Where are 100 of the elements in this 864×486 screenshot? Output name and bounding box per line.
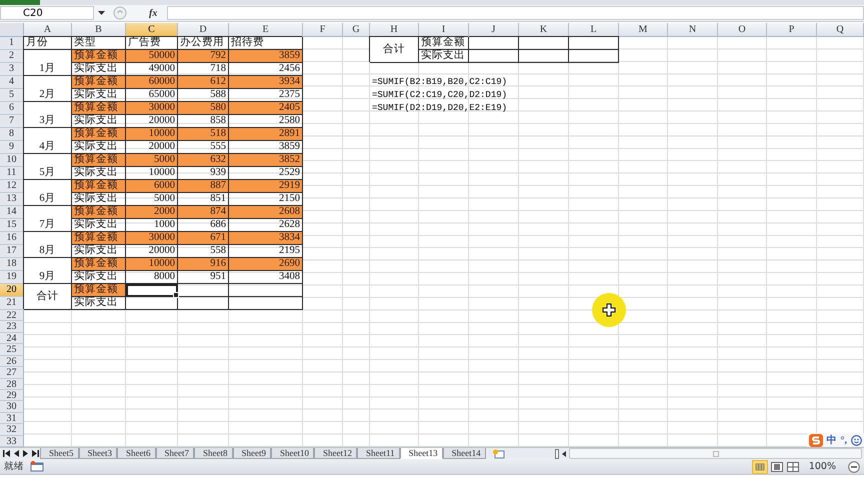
smiley-icon[interactable] <box>851 434 862 446</box>
sheet-tab[interactable]: Sheet6 <box>117 448 156 459</box>
row-header[interactable]: 11 <box>0 167 24 180</box>
table-cell: 10000 <box>126 258 178 271</box>
row-header[interactable]: 18 <box>0 258 24 271</box>
sheet-tab[interactable]: Sheet8 <box>194 448 232 459</box>
fill-handle[interactable] <box>173 292 179 298</box>
sheet-tab[interactable]: Sheet14 <box>442 448 486 459</box>
normal-view-icon[interactable] <box>752 460 767 472</box>
column-header[interactable]: J <box>469 23 519 37</box>
zoom-out-icon[interactable] <box>848 460 860 472</box>
row-header[interactable]: 23 <box>0 321 24 333</box>
row-header[interactable]: 32 <box>0 424 24 436</box>
row-header[interactable]: 26 <box>0 356 24 368</box>
column-header[interactable]: E <box>229 23 303 37</box>
column-header[interactable]: O <box>718 23 767 37</box>
table-cell: 预算金额 <box>72 128 126 141</box>
row-header[interactable]: 13 <box>0 193 24 206</box>
last-sheet-icon[interactable] <box>32 450 39 457</box>
column-header[interactable]: A <box>24 23 72 37</box>
row-header[interactable]: 28 <box>0 378 24 390</box>
row-header[interactable]: 22 <box>0 310 24 322</box>
caret-icon[interactable] <box>98 11 105 15</box>
empty-cell[interactable] <box>126 297 178 310</box>
empty-cell[interactable] <box>469 37 519 50</box>
column-header[interactable]: L <box>569 23 619 37</box>
row-header[interactable]: 17 <box>0 245 24 258</box>
sheet-tab[interactable]: Sheet10 <box>271 448 314 459</box>
row-header[interactable]: 20 <box>0 284 24 297</box>
empty-cell[interactable] <box>178 297 229 310</box>
row-header[interactable]: 31 <box>0 412 24 424</box>
split-handle[interactable] <box>555 448 559 458</box>
column-header[interactable]: M <box>619 23 668 37</box>
row-header[interactable]: 30 <box>0 401 24 413</box>
horizontal-scrollbar[interactable] <box>569 448 862 459</box>
column-header[interactable]: K <box>519 23 569 37</box>
row-header[interactable]: 25 <box>0 344 24 356</box>
sheet-tab[interactable]: Sheet12 <box>314 448 357 459</box>
row-header[interactable]: 9 <box>0 141 24 154</box>
row-header[interactable]: 14 <box>0 206 24 219</box>
column-header[interactable]: I <box>419 23 469 37</box>
column-header[interactable]: Q <box>817 23 864 37</box>
row-header[interactable]: 27 <box>0 367 24 378</box>
insert-function-button[interactable]: fx <box>149 8 163 18</box>
ime-mode-text[interactable]: 中 <box>826 433 836 447</box>
column-header[interactable]: H <box>370 23 419 37</box>
row-header[interactable]: 6 <box>0 102 24 115</box>
row-header[interactable]: 24 <box>0 332 24 344</box>
sheet-tab[interactable]: Sheet9 <box>232 448 271 459</box>
sheet-tab[interactable]: Sheet11 <box>357 448 400 459</box>
row-header[interactable]: 10 <box>0 154 24 167</box>
name-box[interactable]: C20 <box>0 6 94 20</box>
insert-sheet-icon[interactable] <box>492 448 505 458</box>
row-header[interactable]: 5 <box>0 89 24 102</box>
empty-cell[interactable] <box>569 37 619 50</box>
row-header[interactable]: 7 <box>0 115 24 128</box>
page-layout-icon[interactable] <box>770 462 783 472</box>
punctuation-text[interactable]: °, <box>840 434 847 446</box>
page-break-icon[interactable] <box>786 462 799 472</box>
row-header[interactable]: 21 <box>0 297 24 310</box>
previous-sheet-icon[interactable] <box>14 450 19 457</box>
empty-cell[interactable] <box>229 284 303 297</box>
empty-cell[interactable] <box>469 50 519 63</box>
row-header[interactable]: 12 <box>0 180 24 193</box>
row-header[interactable]: 29 <box>0 390 24 402</box>
row-header[interactable]: 1 <box>0 37 24 50</box>
empty-cell[interactable] <box>519 50 569 63</box>
column-header[interactable]: G <box>343 23 370 37</box>
row-header[interactable]: 3 <box>0 63 24 76</box>
empty-cell[interactable] <box>519 37 569 50</box>
row-header[interactable]: 33 <box>0 436 24 447</box>
row-header[interactable]: 19 <box>0 271 24 284</box>
macro-record-icon[interactable] <box>30 461 44 472</box>
sheet-tab[interactable]: Sheet5 <box>40 448 78 459</box>
table-cell: 预算金额 <box>72 76 126 89</box>
next-sheet-icon[interactable] <box>23 450 28 457</box>
zoom-level[interactable]: 100% <box>808 461 836 472</box>
scroll-left-icon[interactable] <box>562 450 566 456</box>
first-sheet-icon[interactable] <box>3 450 10 457</box>
column-header[interactable]: C <box>126 23 178 37</box>
formula-input[interactable] <box>167 6 864 20</box>
formula-text: =SUMIF(D2:D19,D20,E2:E19) <box>371 102 508 115</box>
empty-cell[interactable] <box>569 50 619 63</box>
column-header[interactable]: B <box>72 23 126 37</box>
row-header[interactable]: 8 <box>0 128 24 141</box>
column-header[interactable]: D <box>178 23 229 37</box>
row-header[interactable]: 16 <box>0 232 24 245</box>
row-header[interactable]: 15 <box>0 219 24 232</box>
row-header[interactable]: 4 <box>0 76 24 89</box>
sheet-tab[interactable]: Sheet7 <box>156 448 194 459</box>
column-header[interactable]: F <box>303 23 343 37</box>
ime-toolbar[interactable]: 中 °, <box>806 433 864 447</box>
empty-cell[interactable] <box>178 284 229 297</box>
column-header[interactable]: N <box>668 23 718 37</box>
empty-cell[interactable] <box>229 297 303 310</box>
column-header[interactable]: P <box>767 23 817 37</box>
sheet-tab[interactable]: Sheet3 <box>78 448 117 459</box>
sheet-tab[interactable]: Sheet13 <box>400 448 443 459</box>
row-header[interactable]: 2 <box>0 50 24 63</box>
selected-cell[interactable] <box>126 284 178 297</box>
